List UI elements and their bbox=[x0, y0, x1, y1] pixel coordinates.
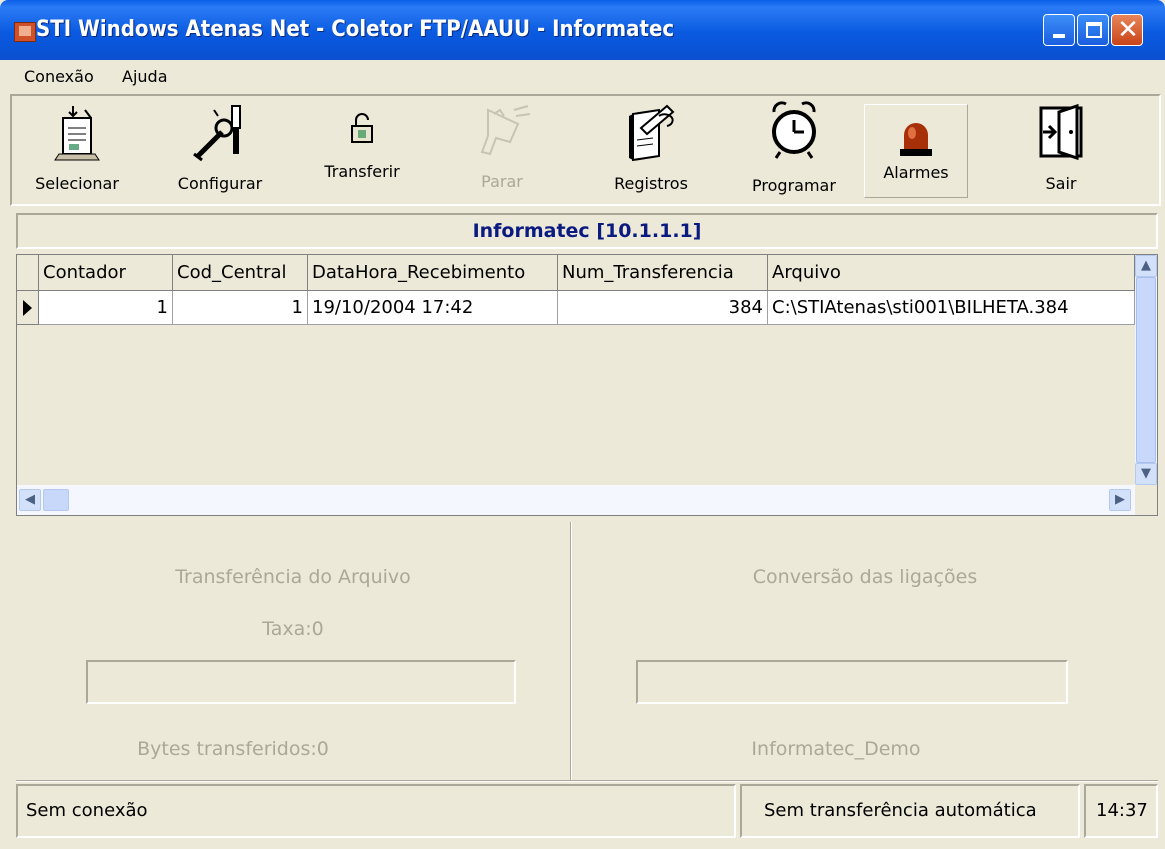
app-icon bbox=[14, 22, 36, 42]
table-cell[interactable]: 1 bbox=[173, 291, 308, 325]
chevron-left-icon: ◀ bbox=[25, 492, 35, 507]
horizontal-scroll-thumb[interactable] bbox=[43, 489, 69, 511]
scroll-up-button[interactable]: ▲ bbox=[1135, 255, 1157, 277]
transfer-rate: Taxa:0 bbox=[262, 618, 324, 640]
selecionar-label: Selecionar bbox=[35, 174, 119, 193]
book-write-icon bbox=[629, 104, 675, 162]
status-connection: Sem conexão bbox=[16, 784, 736, 838]
maximize-button[interactable] bbox=[1077, 14, 1109, 46]
sair-button[interactable]: Sair bbox=[996, 96, 1126, 206]
alarmes-label: Alarmes bbox=[883, 163, 949, 182]
transfer-progress-bar bbox=[86, 660, 516, 704]
programar-button[interactable]: Programar bbox=[732, 96, 856, 206]
title-bar[interactable]: STI Windows Atenas Net - Coletor FTP/AAU… bbox=[0, 0, 1165, 60]
row-indicator-icon[interactable] bbox=[17, 291, 39, 325]
bytes-transferred: Bytes transferidos:0 bbox=[137, 738, 329, 760]
column-header-cod-central[interactable]: Cod_Central bbox=[173, 255, 308, 291]
table-cell[interactable]: 19/10/2004 17:42 bbox=[308, 291, 558, 325]
sair-label: Sair bbox=[1045, 174, 1077, 193]
lock-transfer-icon bbox=[351, 113, 373, 143]
alarm-siren-icon bbox=[900, 123, 932, 156]
chevron-right-icon: ▶ bbox=[1115, 492, 1125, 507]
configurar-label: Configurar bbox=[177, 174, 263, 193]
alarmes-button[interactable]: Alarmes bbox=[864, 104, 968, 198]
chevron-up-icon: ▲ bbox=[1141, 258, 1151, 273]
grid-corner bbox=[17, 255, 39, 291]
status-time: 14:37 bbox=[1084, 784, 1158, 838]
chevron-down-icon: ▼ bbox=[1141, 466, 1151, 481]
parar-label: Parar bbox=[481, 172, 523, 191]
column-header-contador[interactable]: Contador bbox=[39, 255, 173, 291]
conversion-title: Conversão das ligações bbox=[752, 566, 978, 588]
status-divider bbox=[16, 780, 1158, 782]
document-select-icon bbox=[54, 106, 100, 161]
wrench-screwdriver-icon bbox=[193, 105, 241, 162]
close-icon: ✕ bbox=[1117, 15, 1139, 45]
data-grid[interactable]: Contador Cod_Central DataHora_Recebiment… bbox=[16, 254, 1158, 516]
close-button[interactable]: ✕ bbox=[1111, 14, 1143, 46]
vertical-scroll-thumb[interactable] bbox=[1136, 277, 1156, 463]
menu-bar: Conexão Ajuda bbox=[0, 60, 1165, 94]
registros-button[interactable]: Registros bbox=[590, 96, 712, 206]
horizontal-scrollbar[interactable] bbox=[17, 485, 1135, 515]
selecionar-button[interactable]: Selecionar bbox=[12, 96, 142, 206]
column-header-num-transferencia[interactable]: Num_Transferencia bbox=[558, 255, 768, 291]
parar-button[interactable]: Parar bbox=[442, 96, 562, 206]
minimize-icon bbox=[1053, 34, 1065, 38]
minimize-button[interactable] bbox=[1043, 14, 1075, 46]
menu-ajuda[interactable]: Ajuda bbox=[122, 66, 168, 88]
scroll-down-button[interactable]: ▼ bbox=[1135, 463, 1157, 485]
scroll-left-button[interactable]: ◀ bbox=[19, 489, 41, 511]
alarm-clock-icon bbox=[772, 101, 816, 159]
configurar-button[interactable]: Configurar bbox=[154, 96, 286, 206]
conversion-name: Informatec_Demo bbox=[751, 738, 921, 760]
connection-header: Informatec [10.1.1.1] bbox=[16, 213, 1158, 249]
window-title: STI Windows Atenas Net - Coletor FTP/AAU… bbox=[36, 17, 675, 42]
table-cell[interactable]: C:\STIAtenas\sti001\BILHETA.384 bbox=[768, 291, 1135, 325]
toolbar: Selecionar Configurar Transferir Parar R… bbox=[10, 94, 1161, 206]
stop-hand-icon bbox=[480, 105, 531, 156]
column-header-datahora[interactable]: DataHora_Recebimento bbox=[308, 255, 558, 291]
transferir-label: Transferir bbox=[324, 162, 400, 181]
transferir-button[interactable]: Transferir bbox=[302, 96, 422, 206]
exit-door-icon bbox=[1039, 103, 1083, 161]
programar-label: Programar bbox=[752, 176, 836, 195]
scroll-right-button[interactable]: ▶ bbox=[1109, 489, 1131, 511]
table-cell[interactable]: 1 bbox=[39, 291, 173, 325]
registros-label: Registros bbox=[614, 174, 688, 193]
conversion-progress-bar bbox=[636, 660, 1068, 704]
transfer-title: Transferência do Arquivo bbox=[175, 566, 411, 588]
column-header-arquivo[interactable]: Arquivo bbox=[768, 255, 1135, 291]
menu-conexao[interactable]: Conexão bbox=[24, 66, 94, 88]
maximize-icon bbox=[1086, 22, 1102, 38]
status-auto-transfer: Sem transferência automática bbox=[740, 784, 1080, 838]
table-cell[interactable]: 384 bbox=[558, 291, 768, 325]
